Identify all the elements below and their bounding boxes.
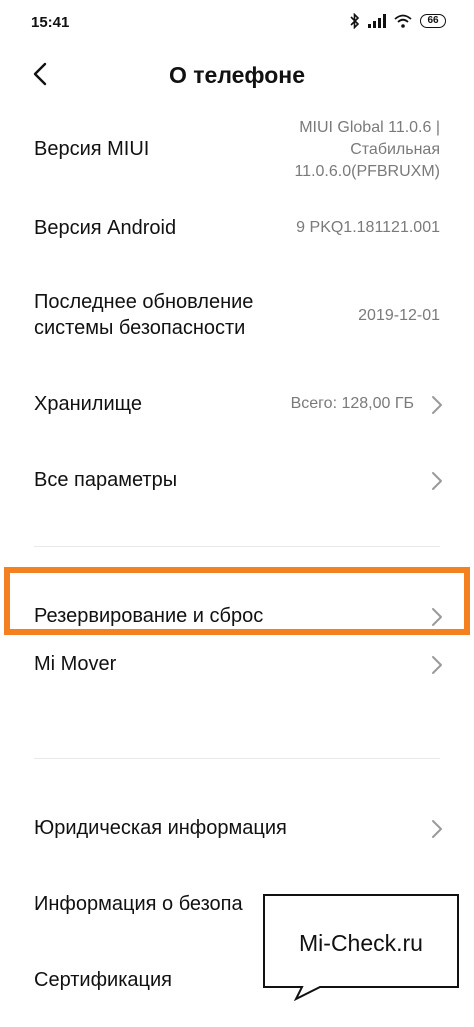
chevron-right-icon bbox=[432, 820, 442, 838]
row-value: Всего: 128,00 ГБ bbox=[290, 395, 414, 412]
row-label-line: системы безопасности bbox=[34, 317, 246, 339]
row-security-update[interactable]: Последнее обновление системы безопасност… bbox=[0, 286, 474, 346]
row-value: 2019-12-01 bbox=[358, 307, 440, 324]
row-value: MIUI Global 11.0.6 | Стабильная 11.0.6.0… bbox=[294, 118, 440, 182]
row-mi-mover[interactable]: Mi Mover bbox=[0, 646, 474, 686]
row-miui-version[interactable]: Версия MIUI MIUI Global 11.0.6 | Стабиль… bbox=[0, 112, 474, 188]
chevron-right-icon bbox=[432, 656, 442, 674]
row-label: Юридическая информация bbox=[34, 817, 287, 839]
watermark-text: Mi-Check.ru bbox=[299, 930, 423, 956]
row-label: Версия MIUI bbox=[34, 138, 150, 160]
header: О телефоне bbox=[0, 50, 474, 102]
row-value-line: Стабильная bbox=[350, 141, 440, 158]
status-time: 15:41 bbox=[31, 14, 70, 31]
row-label: Mi Mover bbox=[34, 653, 117, 675]
row-label-line: Последнее обновление bbox=[34, 291, 254, 313]
row-all-params[interactable]: Все параметры bbox=[0, 462, 474, 502]
divider bbox=[34, 758, 440, 759]
row-legal-info[interactable]: Юридическая информация bbox=[0, 810, 474, 850]
wifi-icon bbox=[394, 14, 412, 28]
page-title: О телефоне bbox=[169, 62, 305, 88]
status-bar: 15:41 66 bbox=[0, 0, 474, 46]
row-label: Сертификация bbox=[34, 969, 172, 991]
chevron-right-icon bbox=[432, 608, 442, 626]
row-label: Информация о безопа bbox=[34, 893, 243, 915]
row-label: Версия Android bbox=[34, 217, 177, 239]
row-value-line: MIUI Global 11.0.6 | bbox=[299, 119, 440, 136]
row-label: Хранилище bbox=[34, 393, 142, 415]
row-android-version[interactable]: Версия Android 9 PKQ1.181121.001 bbox=[0, 210, 474, 250]
bluetooth-icon bbox=[350, 13, 360, 29]
row-value-line: 11.0.6.0(PFBRUXM) bbox=[294, 163, 440, 180]
battery-level: 66 bbox=[427, 15, 439, 26]
chevron-right-icon bbox=[432, 396, 442, 414]
row-value: 9 PKQ1.181121.001 bbox=[296, 219, 440, 236]
status-icons: 66 bbox=[350, 13, 446, 29]
row-label: Все параметры bbox=[34, 469, 178, 491]
row-label: Резервирование и сброс bbox=[34, 605, 264, 627]
divider bbox=[34, 546, 440, 547]
row-backup-reset[interactable]: Резервирование и сброс bbox=[0, 598, 474, 638]
row-storage[interactable]: Хранилище Всего: 128,00 ГБ bbox=[0, 386, 474, 426]
battery-icon: 66 bbox=[420, 14, 446, 28]
signal-icon bbox=[368, 14, 386, 28]
row-label: Последнее обновление системы безопасност… bbox=[34, 289, 253, 341]
chevron-right-icon bbox=[432, 472, 442, 490]
